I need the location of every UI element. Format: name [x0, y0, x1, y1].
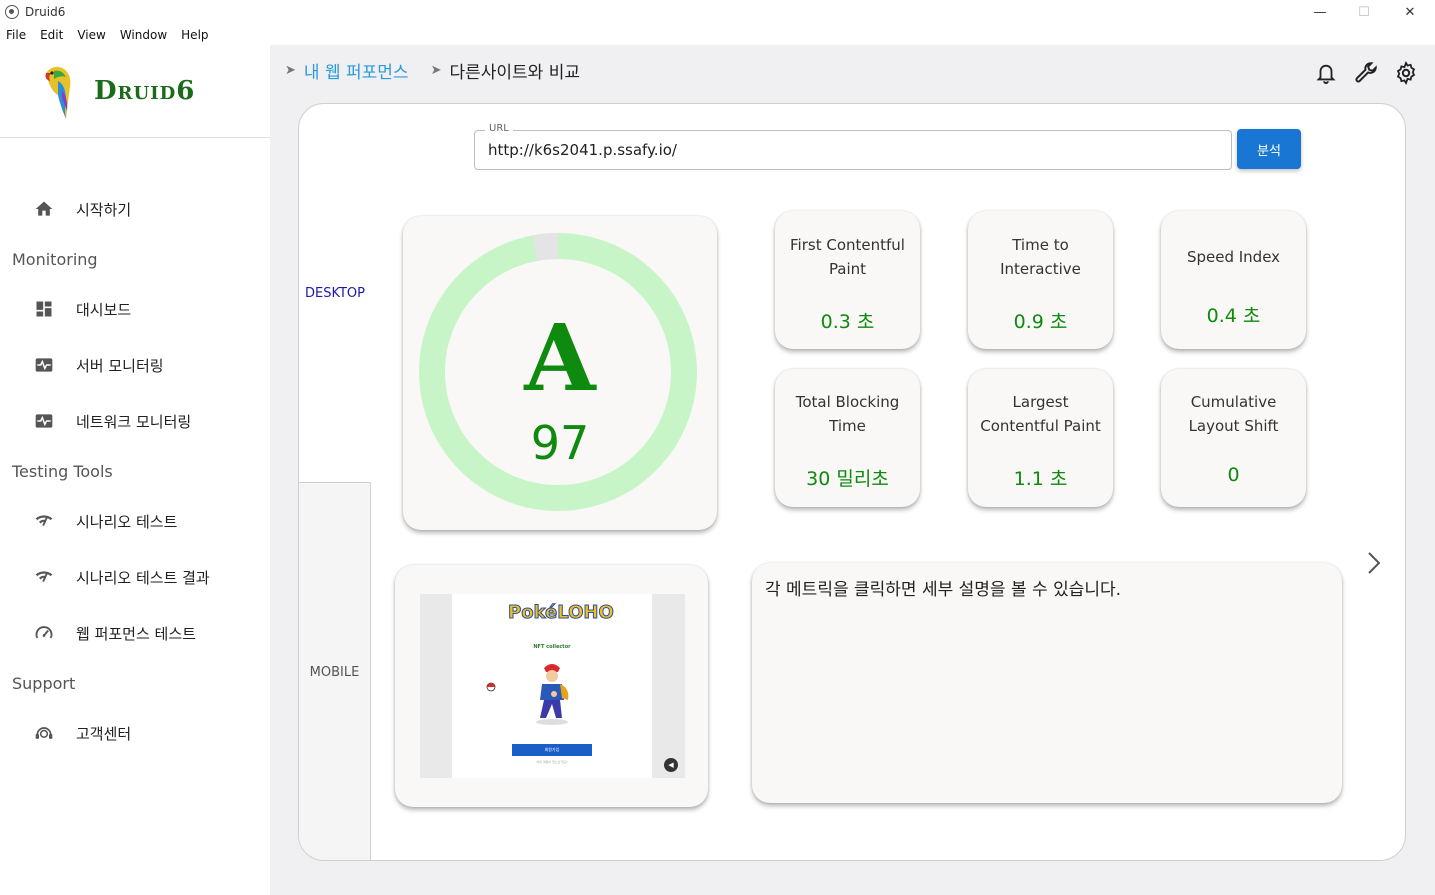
- metric-title: Largest Contentful Paint: [980, 393, 1101, 435]
- brand[interactable]: Druid6: [0, 45, 270, 138]
- score-value: 97: [530, 416, 590, 470]
- breadcrumb: ➤ 내 웹 퍼포먼스 ➤ 다른사이트와 비교: [285, 58, 580, 83]
- metric-value: 1.1 초: [1013, 468, 1068, 490]
- url-label: URL: [485, 123, 513, 134]
- bell-icon[interactable]: [1315, 60, 1337, 90]
- sidebar-item-web-performance[interactable]: 웹 퍼포먼스 테스트: [34, 618, 196, 648]
- sidebar-item-scenario-test[interactable]: 시나리오 테스트: [34, 506, 177, 536]
- monitor-heart-icon: [34, 355, 54, 375]
- metric-title: Speed Index: [1186, 248, 1281, 266]
- sidebar-item-label: 웹 퍼포먼스 테스트: [76, 624, 196, 643]
- menu-view[interactable]: View: [77, 28, 105, 42]
- metric-card-fcp[interactable]: First Contentful Paint 0.3 초: [775, 211, 920, 349]
- score-grade: A: [524, 304, 596, 412]
- metric-value: 0.3 초: [820, 311, 875, 333]
- menu-file[interactable]: File: [6, 28, 26, 42]
- screenshot-footnote: 이미 계정이 있으신가요?: [536, 760, 568, 764]
- sidebar-item-label: 서버 모니터링: [76, 356, 164, 375]
- parrot-logo-icon: [45, 66, 71, 119]
- window-title: Druid6: [25, 5, 66, 19]
- sidebar-item-scenario-result[interactable]: 시나리오 테스트 결과: [34, 562, 210, 592]
- trainer-illustration-icon: [536, 664, 569, 725]
- sidebar-item-label: 시나리오 테스트 결과: [76, 568, 210, 587]
- screenshot-logo: PokéLOHO: [508, 602, 615, 624]
- wrench-icon[interactable]: [1353, 60, 1379, 90]
- menu-edit[interactable]: Edit: [40, 28, 63, 42]
- url-input[interactable]: http://k6s2041.p.ssafy.io/: [488, 141, 677, 159]
- screenshot-caption: NFT collector: [533, 644, 571, 650]
- breadcrumb-parent-link[interactable]: 내 웹 퍼포먼스: [304, 58, 409, 83]
- pokeball-icon: [486, 682, 496, 692]
- close-button[interactable]: ✕: [1388, 0, 1432, 24]
- breadcrumb-current: 다른사이트와 비교: [449, 63, 580, 83]
- tab-desktop[interactable]: DESKTOP: [299, 104, 371, 482]
- metric-value: 0.4 초: [1206, 305, 1261, 327]
- chevron-right-icon[interactable]: [1367, 551, 1381, 582]
- metric-value: 0: [1227, 464, 1240, 486]
- page-screenshot-panel: PokéLOHO NFT collector 회원가입 이미 계정이 있으신가요…: [395, 565, 708, 807]
- menu-bar: File Edit View Window Help: [0, 24, 1435, 45]
- url-field[interactable]: URL http://k6s2041.p.ssafy.io/: [474, 123, 1232, 170]
- sidebar: Druid6 시작하기 Monitoring 대시보드 서버 모니터링 네트워크…: [0, 45, 270, 895]
- dashboard-icon: [34, 299, 54, 319]
- sidebar-item-start[interactable]: 시작하기: [34, 194, 131, 224]
- app-icon: [5, 5, 19, 19]
- gear-icon[interactable]: [1394, 60, 1418, 90]
- speaker-icon: ◀: [664, 758, 678, 772]
- metric-value: 30 밀리초: [806, 468, 889, 490]
- breadcrumb-arrow-icon: ➤: [285, 63, 296, 78]
- analyze-button[interactable]: 분석: [1237, 129, 1301, 169]
- metric-card-lcp[interactable]: Largest Contentful Paint 1.1 초: [968, 369, 1113, 507]
- sidebar-item-server-monitoring[interactable]: 서버 모니터링: [34, 350, 164, 380]
- main-card: DESKTOP MOBILE URL http://k6s2041.p.ssaf…: [298, 103, 1406, 861]
- metric-value: 0.9 초: [1013, 311, 1068, 333]
- maximize-button[interactable]: ☐: [1342, 0, 1386, 24]
- home-icon: [34, 199, 54, 219]
- breadcrumb-arrow-icon: ➤: [430, 63, 442, 78]
- sidebar-item-label: 고객센터: [76, 724, 132, 743]
- section-testing-tools: Testing Tools: [12, 462, 113, 481]
- title-bar: Druid6 — ☐ ✕: [0, 0, 1435, 24]
- support-agent-icon: [34, 723, 54, 743]
- sidebar-item-customer-center[interactable]: 고객센터: [34, 718, 131, 748]
- page-screenshot: PokéLOHO NFT collector 회원가입 이미 계정이 있으신가요…: [420, 594, 685, 778]
- minimize-button[interactable]: —: [1298, 0, 1342, 24]
- network-check-icon: [34, 567, 54, 587]
- speed-icon: [34, 623, 54, 643]
- description-panel: 각 메트릭을 클릭하면 세부 설명을 볼 수 있습니다.: [752, 563, 1342, 803]
- metric-title: Time to Interactive: [1000, 236, 1081, 278]
- metric-title: Cumulative Layout Shift: [1188, 393, 1279, 435]
- metric-title: Total Blocking Time: [795, 393, 900, 435]
- section-monitoring: Monitoring: [12, 250, 98, 269]
- menu-window[interactable]: Window: [120, 28, 167, 42]
- metric-title: First Contentful Paint: [790, 236, 905, 278]
- score-panel: A 97: [403, 216, 717, 530]
- sidebar-item-dashboard[interactable]: 대시보드: [34, 294, 131, 324]
- metric-card-tti[interactable]: Time to Interactive 0.9 초: [968, 211, 1113, 349]
- sidebar-item-label: 시작하기: [76, 200, 132, 219]
- network-check-icon: [34, 511, 54, 531]
- metric-card-cls[interactable]: Cumulative Layout Shift 0: [1161, 369, 1306, 507]
- metric-card-tbt[interactable]: Total Blocking Time 30 밀리초: [775, 369, 920, 507]
- sidebar-item-label: 시나리오 테스트: [76, 512, 178, 531]
- sidebar-item-label: 대시보드: [76, 300, 132, 319]
- menu-help[interactable]: Help: [181, 28, 208, 42]
- section-support: Support: [12, 674, 76, 693]
- description-text: 각 메트릭을 클릭하면 세부 설명을 볼 수 있습니다.: [765, 580, 1122, 600]
- monitor-heart-icon: [34, 411, 54, 431]
- sidebar-item-network-monitoring[interactable]: 네트워크 모니터링: [34, 406, 191, 436]
- metric-card-speed-index[interactable]: Speed Index 0.4 초: [1161, 211, 1306, 349]
- brand-name: Druid6: [94, 76, 196, 106]
- sidebar-item-label: 네트워크 모니터링: [76, 412, 192, 431]
- tab-mobile[interactable]: MOBILE: [299, 482, 371, 860]
- screenshot-button: 회원가입: [512, 744, 592, 756]
